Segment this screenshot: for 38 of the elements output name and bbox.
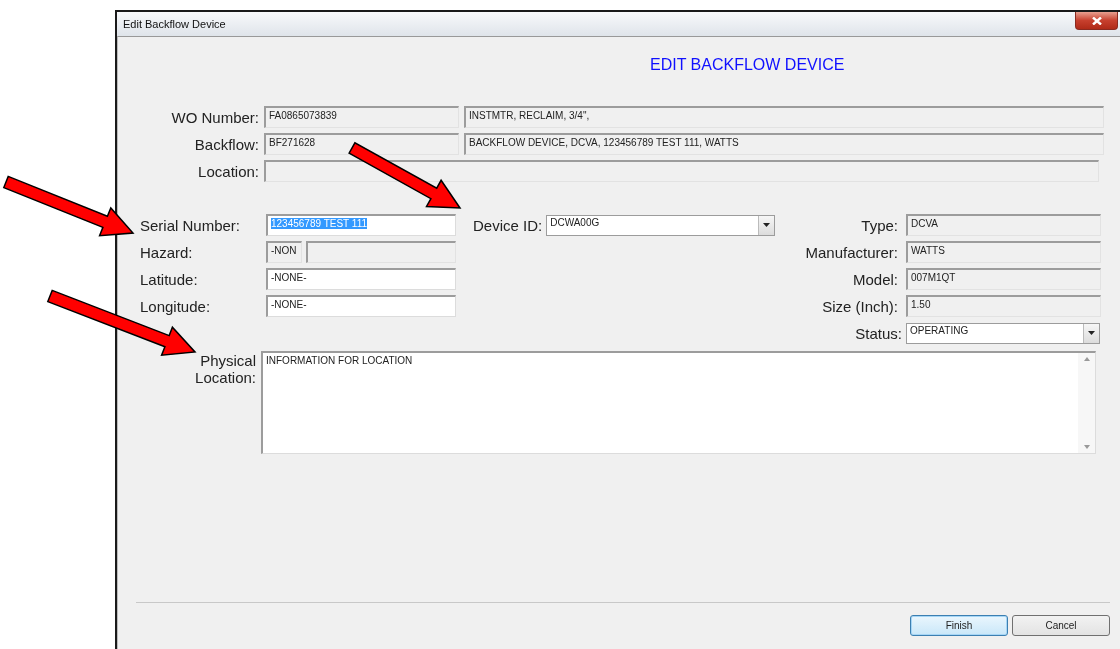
field-label: Status: bbox=[855, 324, 902, 342]
read-only-field: 007M1QT bbox=[906, 268, 1101, 290]
field-label: Physical Location: bbox=[194, 351, 257, 386]
field-label: Manufacturer: bbox=[804, 243, 899, 261]
field-label: Type: bbox=[860, 216, 899, 234]
field-label: Location: bbox=[197, 162, 260, 180]
field-label: Size (Inch): bbox=[821, 297, 899, 315]
dialog-heading: EDIT BACKFLOW DEVICE bbox=[650, 56, 845, 73]
field-label: Backflow: bbox=[193, 135, 260, 153]
field-label: Latitude: bbox=[139, 270, 199, 288]
latitude-field[interactable]: -NONE- bbox=[266, 268, 456, 290]
read-only-field: BACKFLOW DEVICE, DCVA, 123456789 TEST 111, WATTS bbox=[464, 133, 1104, 155]
read-only-field: WATTS bbox=[906, 241, 1101, 263]
dialog-button[interactable]: Finish bbox=[910, 615, 1008, 636]
dialog-button[interactable]: Cancel bbox=[1012, 615, 1110, 636]
read-only-field: INSTMTR, RECLAIM, 3/4", bbox=[464, 106, 1104, 128]
field-label: Hazard: bbox=[139, 243, 194, 261]
hazard-code-field: -NON bbox=[266, 241, 302, 263]
close-icon bbox=[1091, 16, 1102, 25]
scroll-down-icon[interactable] bbox=[1083, 445, 1090, 449]
read-only-field: BF271628 bbox=[264, 133, 459, 155]
caret-icon bbox=[763, 223, 771, 227]
field-label: Device ID: bbox=[473, 216, 543, 234]
field-label: Model: bbox=[851, 270, 899, 288]
read-only-field: FA0865073839 bbox=[264, 106, 459, 128]
physical-location-textarea[interactable]: INFORMATION FOR LOCATION bbox=[261, 351, 1096, 454]
longitude-field[interactable]: -NONE- bbox=[266, 295, 456, 317]
read-only-field: 1.50 bbox=[906, 295, 1101, 317]
close-button[interactable] bbox=[1075, 12, 1118, 30]
field-label: Longitude: bbox=[139, 297, 212, 315]
field-label: Serial Number: bbox=[139, 216, 242, 234]
status-dropdown[interactable]: OPERATING bbox=[906, 322, 1100, 344]
caret-icon bbox=[1088, 331, 1095, 335]
field-label: WO Number: bbox=[170, 108, 260, 126]
read-only-field: DCVA bbox=[906, 214, 1101, 236]
window-title: Edit Backflow Device bbox=[123, 18, 226, 30]
scroll-up-icon[interactable] bbox=[1083, 357, 1090, 361]
device-id-dropdown[interactable]: DCWA00G bbox=[546, 214, 776, 236]
